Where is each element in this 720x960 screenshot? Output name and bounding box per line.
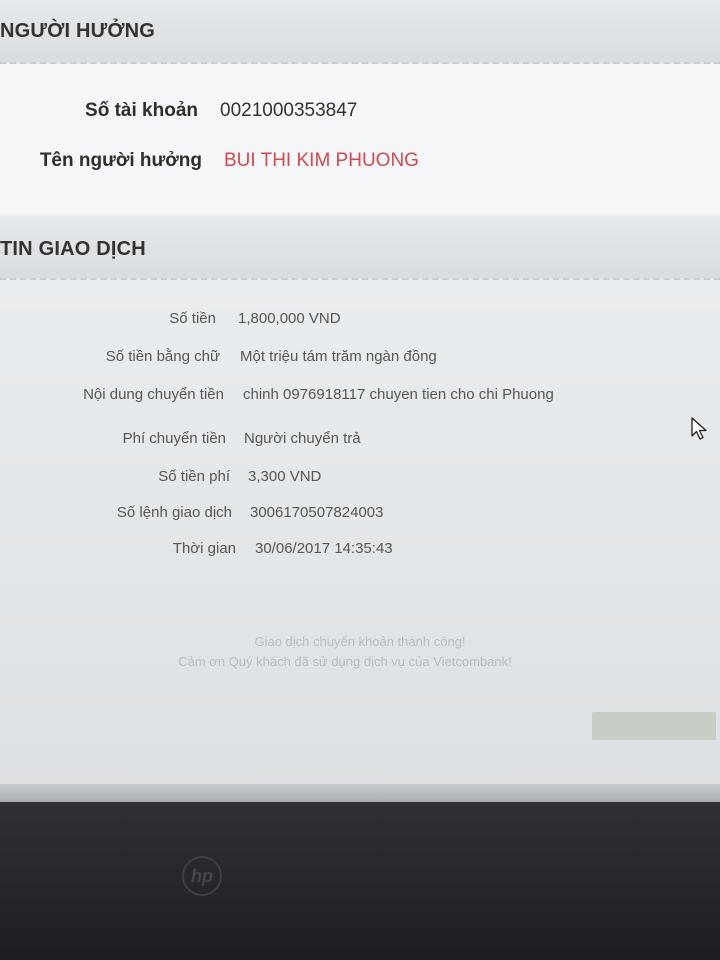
screen-bottom-edge bbox=[0, 784, 720, 802]
fee-amount-value: 3,300 VND bbox=[248, 468, 322, 485]
hp-logo-icon: hp bbox=[182, 856, 222, 896]
account-number-label: Số tài khoản bbox=[85, 100, 198, 121]
browser-screen: NGƯỜI HƯỞNG Số tài khoản 0021000353847 T… bbox=[0, 0, 720, 800]
time-label: Thời gian bbox=[172, 540, 236, 557]
beneficiary-panel: Số tài khoản 0021000353847 Tên người hưở… bbox=[0, 64, 720, 214]
result-message: Giao dịch chuyển khoản thành công! Cảm ơ… bbox=[0, 632, 720, 672]
beneficiary-name-label: Tên người hưởng bbox=[39, 150, 202, 171]
continue-button[interactable] bbox=[592, 712, 716, 740]
success-message: Giao dịch chuyển khoản thành công! bbox=[254, 634, 466, 649]
transfer-content-label: Nội dung chuyển tiền bbox=[83, 386, 224, 403]
amount-words-label: Số tiền bằng chữ bbox=[105, 348, 220, 365]
amount-value: 1,800,000 VND bbox=[238, 310, 341, 327]
transaction-section-title: TIN GIAO DỊCH bbox=[0, 238, 146, 260]
mouse-cursor-icon bbox=[691, 417, 707, 440]
transaction-panel: Số tiền 1,800,000 VND Số tiền bằng chữ M… bbox=[0, 280, 720, 760]
amount-words-value: Một triệu tám trăm ngàn đồng bbox=[240, 348, 437, 365]
transfer-content-value: chinh 0976918117 chuyen tien cho chi Phu… bbox=[243, 386, 554, 403]
beneficiary-section-header: NGƯỜI HƯỞNG bbox=[0, 0, 720, 64]
fee-amount-label: Số tiền phí bbox=[158, 468, 230, 485]
order-number-label: Số lệnh giao dịch bbox=[116, 504, 232, 521]
account-number-value: 0021000353847 bbox=[220, 100, 358, 121]
laptop-bezel bbox=[0, 802, 720, 960]
fee-type-value: Người chuyển trả bbox=[244, 430, 361, 447]
transaction-section-header: TIN GIAO DỊCH bbox=[0, 216, 720, 280]
amount-label: Số tiền bbox=[169, 310, 216, 327]
beneficiary-section-title: NGƯỜI HƯỞNG bbox=[0, 20, 156, 42]
thanks-message: Cảm ơn Quý khách đã sử dụng dịch vụ của … bbox=[178, 654, 512, 669]
fee-type-label: Phí chuyển tiền bbox=[122, 430, 226, 447]
order-number-value: 3006170507824003 bbox=[250, 504, 384, 521]
time-value: 30/06/2017 14:35:43 bbox=[255, 540, 393, 557]
beneficiary-name-value: BUI THI KIM PHUONG bbox=[224, 150, 419, 171]
